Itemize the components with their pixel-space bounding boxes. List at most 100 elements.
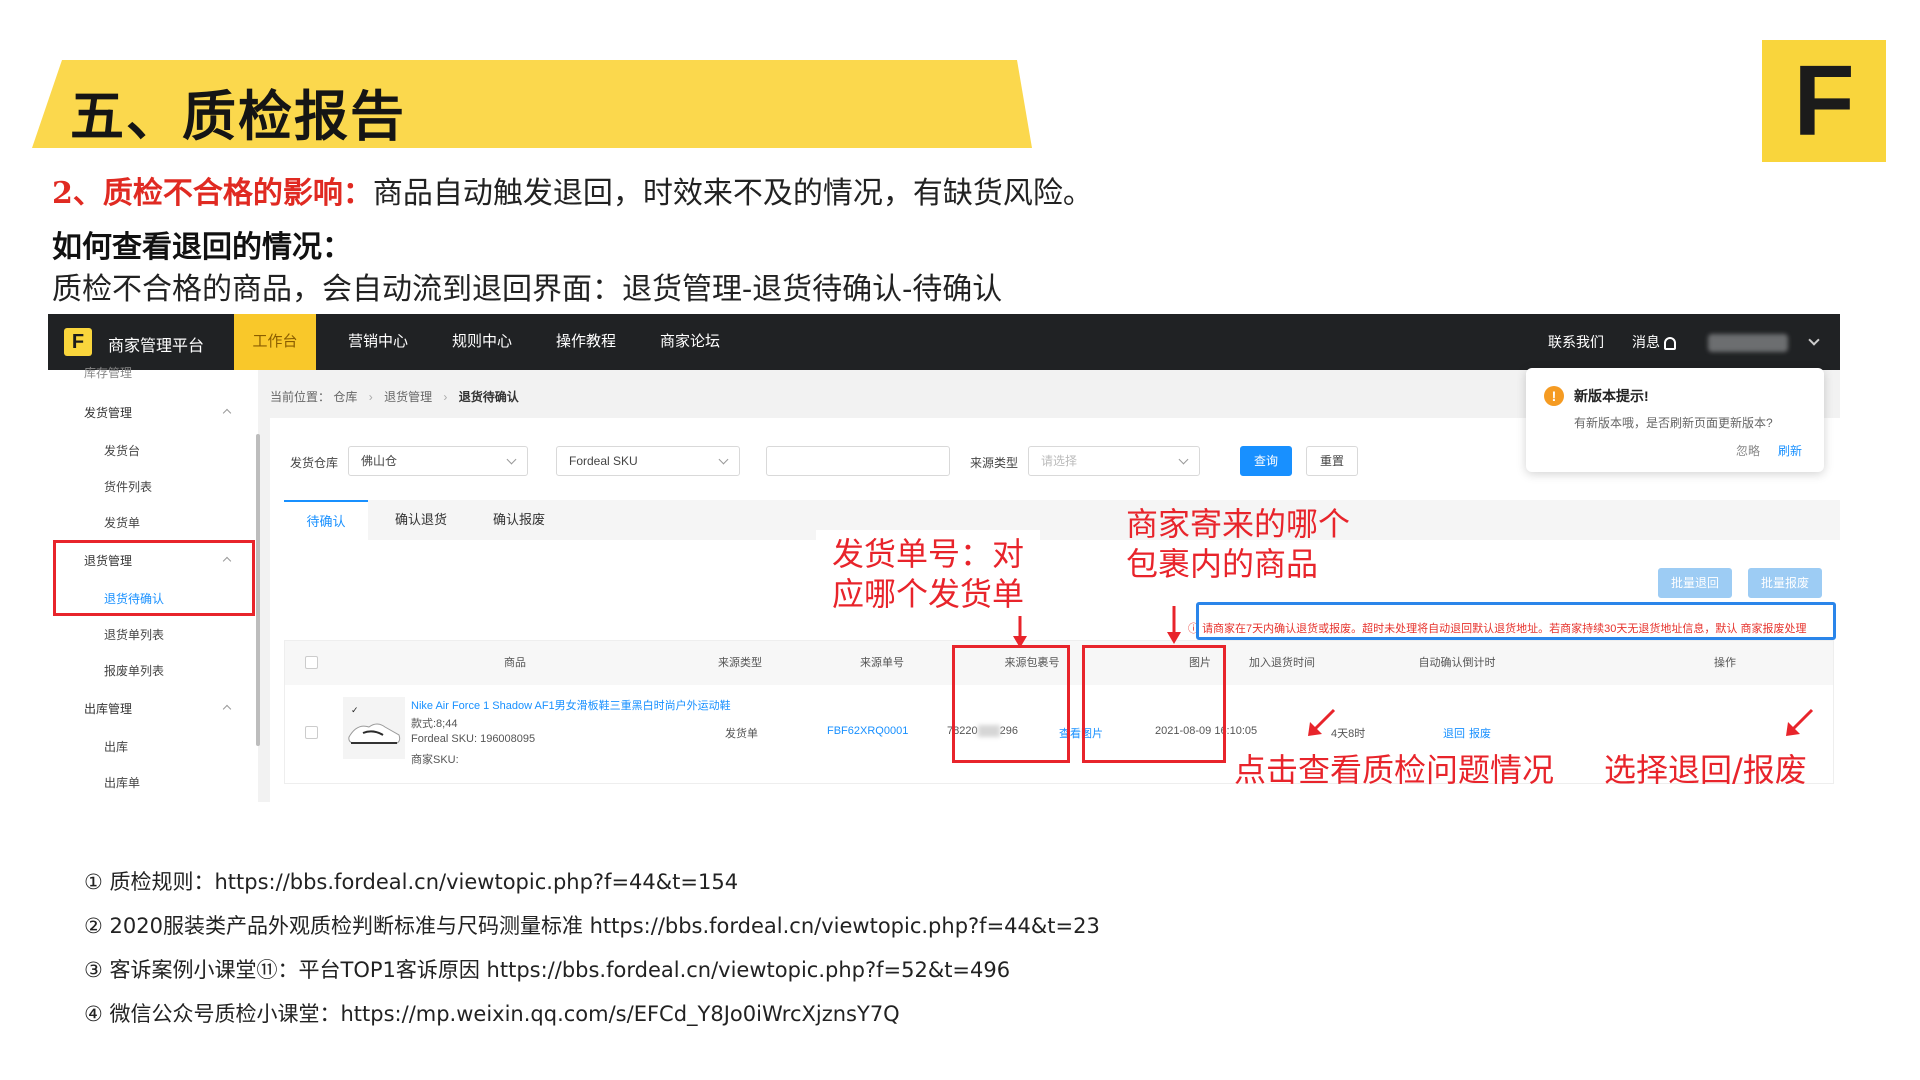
col-countdown: 自动确认倒计时 xyxy=(1418,657,1496,669)
product-name-link[interactable]: Nike Air Force 1 Shadow AF1男女滑板鞋三重黑白时尚户外… xyxy=(411,697,731,713)
annotation-view-images: 点击查看质检问题情况 xyxy=(1234,751,1555,789)
scrap-action-link[interactable]: 报废 xyxy=(1469,725,1491,741)
top-nav: F 商家管理平台 工作台 营销中心 规则中心 操作教程 商家论坛 联系我们 消息 xyxy=(48,314,1840,370)
tab-confirm-scrap[interactable]: 确认报废 xyxy=(474,500,564,540)
warehouse-select[interactable]: 佛山仓 xyxy=(348,446,528,476)
search-button[interactable]: 查询 xyxy=(1240,446,1292,476)
product-style: 款式:8;44 xyxy=(411,718,458,730)
nav-marketing[interactable]: 营销中心 xyxy=(328,314,428,370)
highlight-package-no xyxy=(1082,645,1226,763)
bell-icon xyxy=(1664,336,1676,350)
highlight-source-no xyxy=(952,645,1070,763)
sku-type-value: Fordeal SKU xyxy=(569,454,638,468)
col-added-time: 加入退货时间 xyxy=(1249,657,1315,669)
new-version-popup: ! 新版本提示! 有新版本哦，是否刷新页面更新版本? 忽略 刷新 xyxy=(1526,368,1824,472)
brand-logo-letter: F xyxy=(1793,45,1855,157)
reference-wechat-article[interactable]: ④ 微信公众号质检小课堂：https://mp.weixin.qq.com/s/… xyxy=(84,998,900,1028)
sneaker-image: ✓ xyxy=(348,706,401,744)
sidebar-item-outbound[interactable]: 出库 xyxy=(104,738,128,755)
sidebar-scrollbar[interactable] xyxy=(256,434,260,746)
product-thumbnail: ✓ xyxy=(343,697,405,759)
app-logo[interactable]: F xyxy=(64,328,92,356)
arrow-down-icon xyxy=(1013,616,1027,648)
col-product: 商品 xyxy=(504,657,526,669)
breadcrumb-warehouse[interactable]: 仓库 xyxy=(333,390,357,404)
chevron-down-icon xyxy=(718,454,729,465)
chevron-up-icon[interactable] xyxy=(222,408,232,418)
popup-refresh-button[interactable]: 刷新 xyxy=(1778,442,1802,459)
arrow-left-icon xyxy=(1786,708,1814,736)
warehouse-value: 佛山仓 xyxy=(361,454,398,468)
brand-logo: F xyxy=(1762,40,1886,162)
svg-text:✓: ✓ xyxy=(351,706,359,716)
col-source-no: 来源单号 xyxy=(860,657,904,669)
nav-forum[interactable]: 商家论坛 xyxy=(640,314,740,370)
return-action-link[interactable]: 退回 xyxy=(1443,725,1465,741)
nav-rules[interactable]: 规则中心 xyxy=(432,314,532,370)
app-brand[interactable]: 商家管理平台 xyxy=(108,332,204,356)
breadcrumb-current: 退货待确认 xyxy=(458,390,519,404)
sidebar-item-scrap-orders[interactable]: 报废单列表 xyxy=(104,662,164,679)
select-all-checkbox[interactable] xyxy=(305,656,318,669)
sku-type-select[interactable]: Fordeal SKU xyxy=(556,446,740,476)
popup-ignore-button[interactable]: 忽略 xyxy=(1736,442,1760,459)
breadcrumb-prefix: 当前位置： xyxy=(270,390,331,404)
warehouse-label: 发货仓库 xyxy=(290,456,339,470)
sidebar-group-shipping[interactable]: 发货管理 xyxy=(84,404,132,421)
annotation-ship-order-line1: 发货单号：对 xyxy=(832,535,1025,573)
annotation-ship-order: 发货单号：对 应哪个发货单 xyxy=(816,530,1041,618)
sidebar-item-inventory[interactable]: 库存管理 xyxy=(84,364,132,381)
sidebar-group-outbound[interactable]: 出库管理 xyxy=(84,700,132,717)
annotation-package-line1: 商家寄来的哪个 xyxy=(1126,505,1351,543)
sidebar-item-return-orders[interactable]: 退货单列表 xyxy=(104,626,164,643)
highlight-returns-menu xyxy=(53,540,255,616)
sidebar-item-ship-orders[interactable]: 发货单 xyxy=(104,514,140,531)
nav-tutorial[interactable]: 操作教程 xyxy=(536,314,636,370)
arrow-down-icon xyxy=(1167,606,1181,644)
nav-workbench[interactable]: 工作台 xyxy=(234,314,316,370)
source-type-value: 发货单 xyxy=(725,728,758,740)
sku-input[interactable] xyxy=(766,446,950,476)
chevron-up-icon[interactable] xyxy=(222,704,232,714)
col-actions: 操作 xyxy=(1714,657,1736,669)
how-to-text: 质检不合格的商品，会自动流到退回界面：退货管理-退货待确认-待确认 xyxy=(52,272,1003,307)
slide-title: 五、质检报告 xyxy=(70,84,406,148)
reference-complaint-case[interactable]: ③ 客诉案例小课堂⑪：平台TOP1客诉原因 https://bbs.fordea… xyxy=(84,954,1010,984)
chevron-down-icon[interactable] xyxy=(1808,334,1820,346)
col-source-type: 来源类型 xyxy=(718,657,762,669)
batch-scrap-button[interactable]: 批量报废 xyxy=(1748,568,1822,598)
popup-body: 有新版本哦，是否刷新页面更新版本? xyxy=(1574,416,1773,430)
batch-return-button[interactable]: 批量退回 xyxy=(1658,568,1732,598)
reference-quality-rules[interactable]: ① 质检规则：https://bbs.fordeal.cn/viewtopic.… xyxy=(84,866,738,896)
nav-contact[interactable]: 联系我们 xyxy=(1548,314,1604,370)
tab-pending[interactable]: 待确认 xyxy=(284,500,368,540)
nav-messages[interactable]: 消息 xyxy=(1632,314,1676,370)
impact-line: 2、质检不合格的影响：商品自动触发退回，时效来不及的情况，有缺货风险。 xyxy=(52,168,1093,212)
sidebar-item-outbound-orders[interactable]: 出库单 xyxy=(104,774,140,791)
sidebar-item-shipping-desk[interactable]: 发货台 xyxy=(104,442,140,459)
product-merchant-sku: 商家SKU: xyxy=(411,754,459,766)
annotation-package-line2: 包裹内的商品 xyxy=(1126,545,1319,583)
reset-button[interactable]: 重置 xyxy=(1306,446,1358,476)
source-type-select[interactable]: 请选择 xyxy=(1028,446,1200,476)
annotation-choose-action: 选择退回/报废 xyxy=(1604,751,1807,789)
source-no-link[interactable]: FBF62XRQ0001 xyxy=(827,725,908,737)
annotation-package: 商家寄来的哪个 包裹内的商品 xyxy=(1126,504,1350,584)
how-to-heading: 如何查看退回的情况： xyxy=(52,230,352,265)
impact-heading: 2、质检不合格的影响： xyxy=(52,176,373,211)
row-checkbox[interactable] xyxy=(305,726,318,739)
warning-icon: ! xyxy=(1544,386,1564,406)
arrow-left-icon xyxy=(1308,708,1336,736)
user-avatar-blurred[interactable] xyxy=(1708,334,1788,352)
tab-confirm-return[interactable]: 确认退货 xyxy=(376,500,466,540)
nav-messages-label: 消息 xyxy=(1632,334,1660,350)
source-type-label: 来源类型 xyxy=(970,456,1019,470)
breadcrumb-separator-icon: › xyxy=(368,390,373,404)
breadcrumb-returns[interactable]: 退货管理 xyxy=(384,390,432,404)
sidebar-item-shipment-list[interactable]: 货件列表 xyxy=(104,478,152,495)
reference-apparel-standard[interactable]: ② 2020服装类产品外观质检判断标准与尺码测量标准 https://bbs.f… xyxy=(84,910,1100,940)
impact-text: 商品自动触发退回，时效来不及的情况，有缺货风险。 xyxy=(372,176,1093,211)
popup-title: 新版本提示! xyxy=(1574,388,1649,404)
breadcrumb-separator-icon: › xyxy=(443,390,448,404)
chevron-down-icon xyxy=(1178,454,1189,465)
